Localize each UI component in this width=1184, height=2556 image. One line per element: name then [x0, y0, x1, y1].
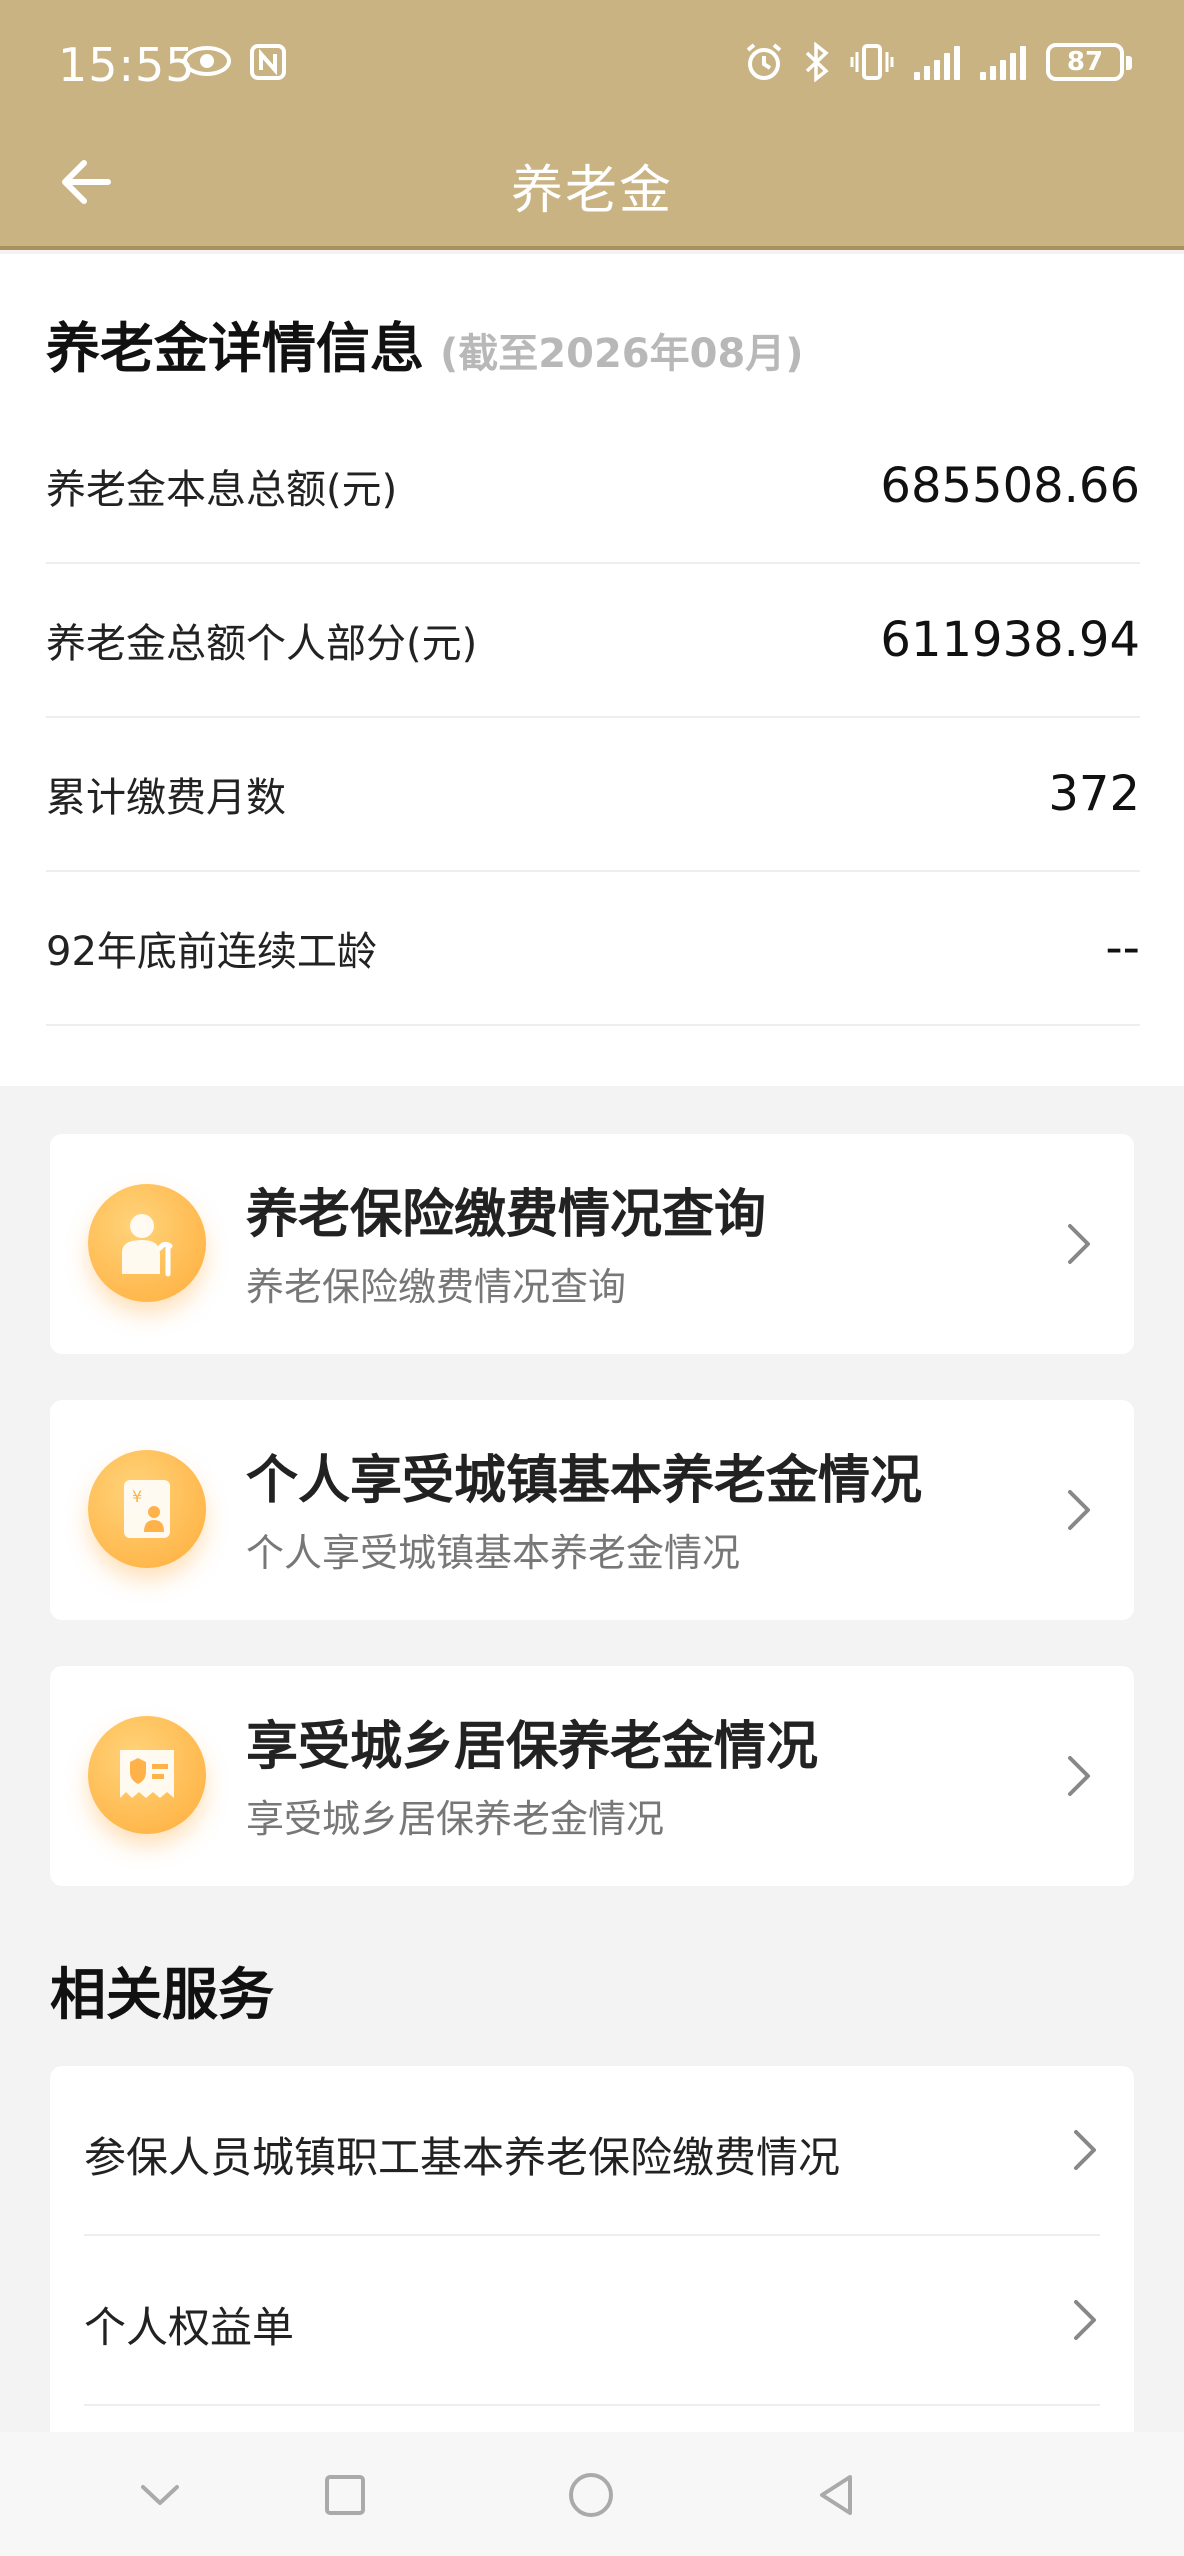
card-urban-pension[interactable]: ¥ 个人享受城镇基本养老金情况 个人享受城镇基本养老金情况 — [50, 1400, 1134, 1620]
card-subtitle: 养老保险缴费情况查询 — [246, 1265, 627, 1309]
pension-card-icon: ¥ — [88, 1450, 206, 1568]
chevron-right-icon — [1068, 1756, 1090, 1796]
card-subtitle: 个人享受城镇基本养老金情况 — [246, 1531, 741, 1575]
detail-row: 92年底前连续工龄 -- — [46, 872, 1140, 1026]
detail-value: 611938.94 — [880, 612, 1140, 668]
detail-label: 养老金总额个人部分(元) — [46, 621, 478, 667]
detail-row: 养老金总额个人部分(元) 611938.94 — [46, 564, 1140, 718]
detail-value: -- — [1105, 920, 1140, 976]
status-bar: 15:55 87 — [0, 0, 1184, 136]
card-subtitle: 享受城乡居保养老金情况 — [246, 1797, 665, 1841]
card-pension-payment-query[interactable]: 养老保险缴费情况查询 养老保险缴费情况查询 — [50, 1134, 1134, 1354]
battery-level: 87 — [1066, 47, 1104, 77]
details-title: 养老金详情信息 — [46, 317, 424, 380]
recent-apps-icon[interactable] — [320, 2470, 370, 2520]
related-services-title: 相关服务 — [50, 1963, 274, 2028]
bluetooth-icon — [805, 42, 829, 82]
card-title: 个人享受城镇基本养老金情况 — [246, 1451, 923, 1511]
chevron-right-icon — [1074, 2300, 1096, 2340]
chevron-down-icon[interactable] — [135, 2470, 185, 2520]
vibrate-icon — [850, 44, 894, 80]
eye-icon — [183, 46, 231, 76]
card-title: 养老保险缴费情况查询 — [246, 1185, 767, 1245]
chevron-right-icon — [1074, 2130, 1096, 2170]
insurance-receipt-icon — [88, 1716, 206, 1834]
alarm-icon — [746, 43, 782, 80]
detail-label: 累计缴费月数 — [46, 775, 286, 821]
nfc-icon — [250, 44, 286, 80]
status-time: 15:55 — [58, 38, 196, 92]
back-triangle-icon[interactable] — [812, 2470, 862, 2520]
home-icon[interactable] — [566, 2470, 616, 2520]
chevron-right-icon — [1068, 1224, 1090, 1264]
card-rural-pension[interactable]: 享受城乡居保养老金情况 享受城乡居保养老金情况 — [50, 1666, 1134, 1886]
detail-value: 685508.66 — [880, 458, 1140, 514]
signal-icon — [980, 44, 1026, 80]
related-item[interactable]: 个人权益单 — [84, 2236, 1100, 2406]
related-item-label: 个人权益单 — [84, 2303, 295, 2352]
detail-value: 372 — [1048, 766, 1140, 822]
pension-details-card: 养老金详情信息 (截至2026年08月) 养老金本息总额(元) 685508.6… — [0, 254, 1184, 1086]
page-title: 养老金 — [510, 161, 673, 221]
battery-icon: 87 — [1046, 43, 1132, 81]
detail-label: 92年底前连续工龄 — [46, 929, 377, 975]
svg-text:¥: ¥ — [132, 1487, 142, 1506]
signal-icon — [914, 44, 960, 80]
related-services-list: 参保人员城镇职工基本养老保险缴费情况 个人权益单 — [50, 2066, 1134, 2486]
detail-label: 养老金本息总额(元) — [46, 467, 398, 513]
elder-person-icon — [88, 1184, 206, 1302]
details-subtitle: (截至2026年08月) — [440, 331, 804, 377]
related-item[interactable]: 参保人员城镇职工基本养老保险缴费情况 — [84, 2066, 1100, 2236]
card-title: 享受城乡居保养老金情况 — [246, 1717, 819, 1777]
chevron-right-icon — [1068, 1490, 1090, 1530]
detail-row: 养老金本息总额(元) 685508.66 — [46, 410, 1140, 564]
app-header: 15:55 87 养老金 — [0, 0, 1184, 250]
system-navigation-bar — [0, 2432, 1184, 2556]
related-item-label: 参保人员城镇职工基本养老保险缴费情况 — [84, 2133, 841, 2182]
detail-row: 累计缴费月数 372 — [46, 718, 1140, 872]
